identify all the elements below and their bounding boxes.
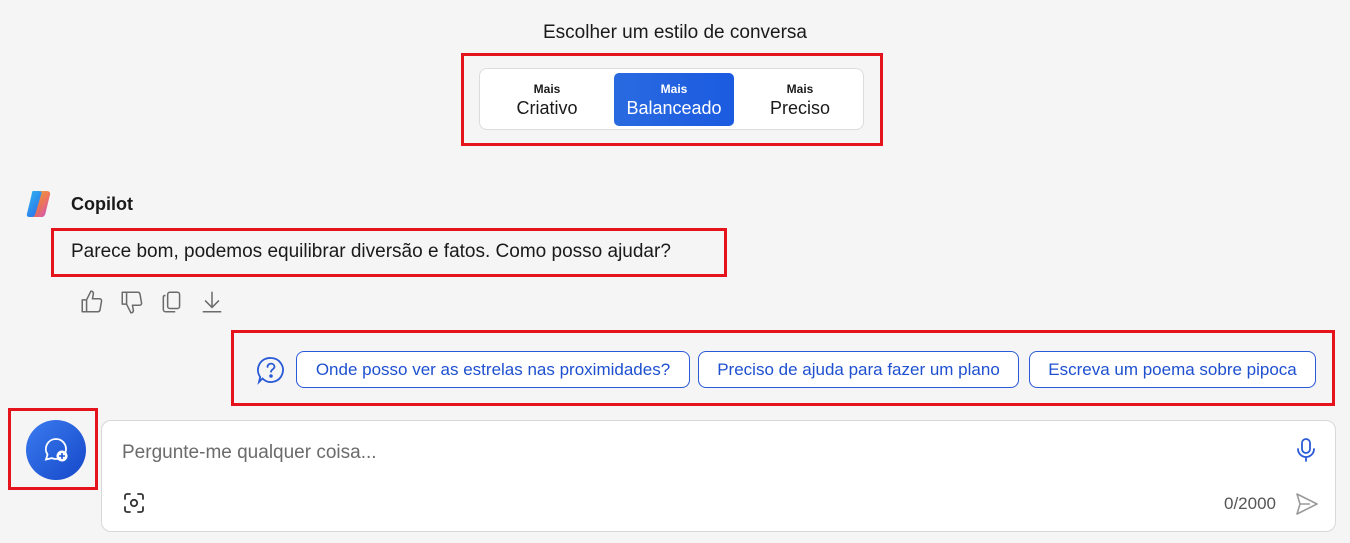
- style-option-prefix: Mais: [533, 82, 561, 96]
- message-author: Copilot: [71, 194, 133, 214]
- new-chat-icon: [44, 438, 68, 462]
- style-option-prefix: Mais: [660, 82, 688, 96]
- copilot-logo-icon: [26, 191, 51, 217]
- download-icon[interactable]: [199, 289, 225, 315]
- suggestion-chip[interactable]: Escreva um poema sobre pipoca: [1029, 351, 1316, 388]
- suggestion-chip[interactable]: Preciso de ajuda para fazer um plano: [698, 351, 1019, 388]
- suggestion-chip[interactable]: Onde posso ver as estrelas nas proximida…: [296, 351, 690, 388]
- question-bubble-icon: [257, 357, 284, 385]
- style-option-prefix: Mais: [786, 82, 814, 96]
- style-option-label: Criativo: [516, 98, 578, 118]
- chat-input[interactable]: [120, 435, 1274, 471]
- new-topic-button[interactable]: [26, 420, 86, 480]
- copilot-page: Escolher um estilo de conversa Mais Cria…: [0, 0, 1350, 543]
- conversation-style-selector: Mais Criativo Mais Balanceado Mais Preci…: [479, 68, 864, 130]
- chat-input-box: 0/2000: [101, 420, 1336, 532]
- copilot-message-text: Parece bom, podemos equilibrar diversão …: [71, 241, 671, 262]
- style-option-balanced[interactable]: Mais Balanceado: [614, 73, 734, 126]
- style-option-label: Preciso: [769, 98, 831, 118]
- style-option-creative[interactable]: Mais Criativo: [487, 73, 607, 126]
- thumbs-up-icon[interactable]: [79, 289, 105, 315]
- send-icon[interactable]: [1294, 491, 1320, 517]
- character-count: 0/2000: [1224, 494, 1276, 513]
- conversation-style-title: Escolher um estilo de conversa: [542, 22, 807, 43]
- style-option-label: Balanceado: [626, 98, 722, 118]
- copy-icon[interactable]: [159, 289, 185, 315]
- microphone-icon[interactable]: [1294, 437, 1318, 463]
- visual-search-icon[interactable]: [122, 491, 146, 515]
- style-option-precise[interactable]: Mais Preciso: [740, 73, 860, 126]
- thumbs-down-icon[interactable]: [119, 289, 145, 315]
